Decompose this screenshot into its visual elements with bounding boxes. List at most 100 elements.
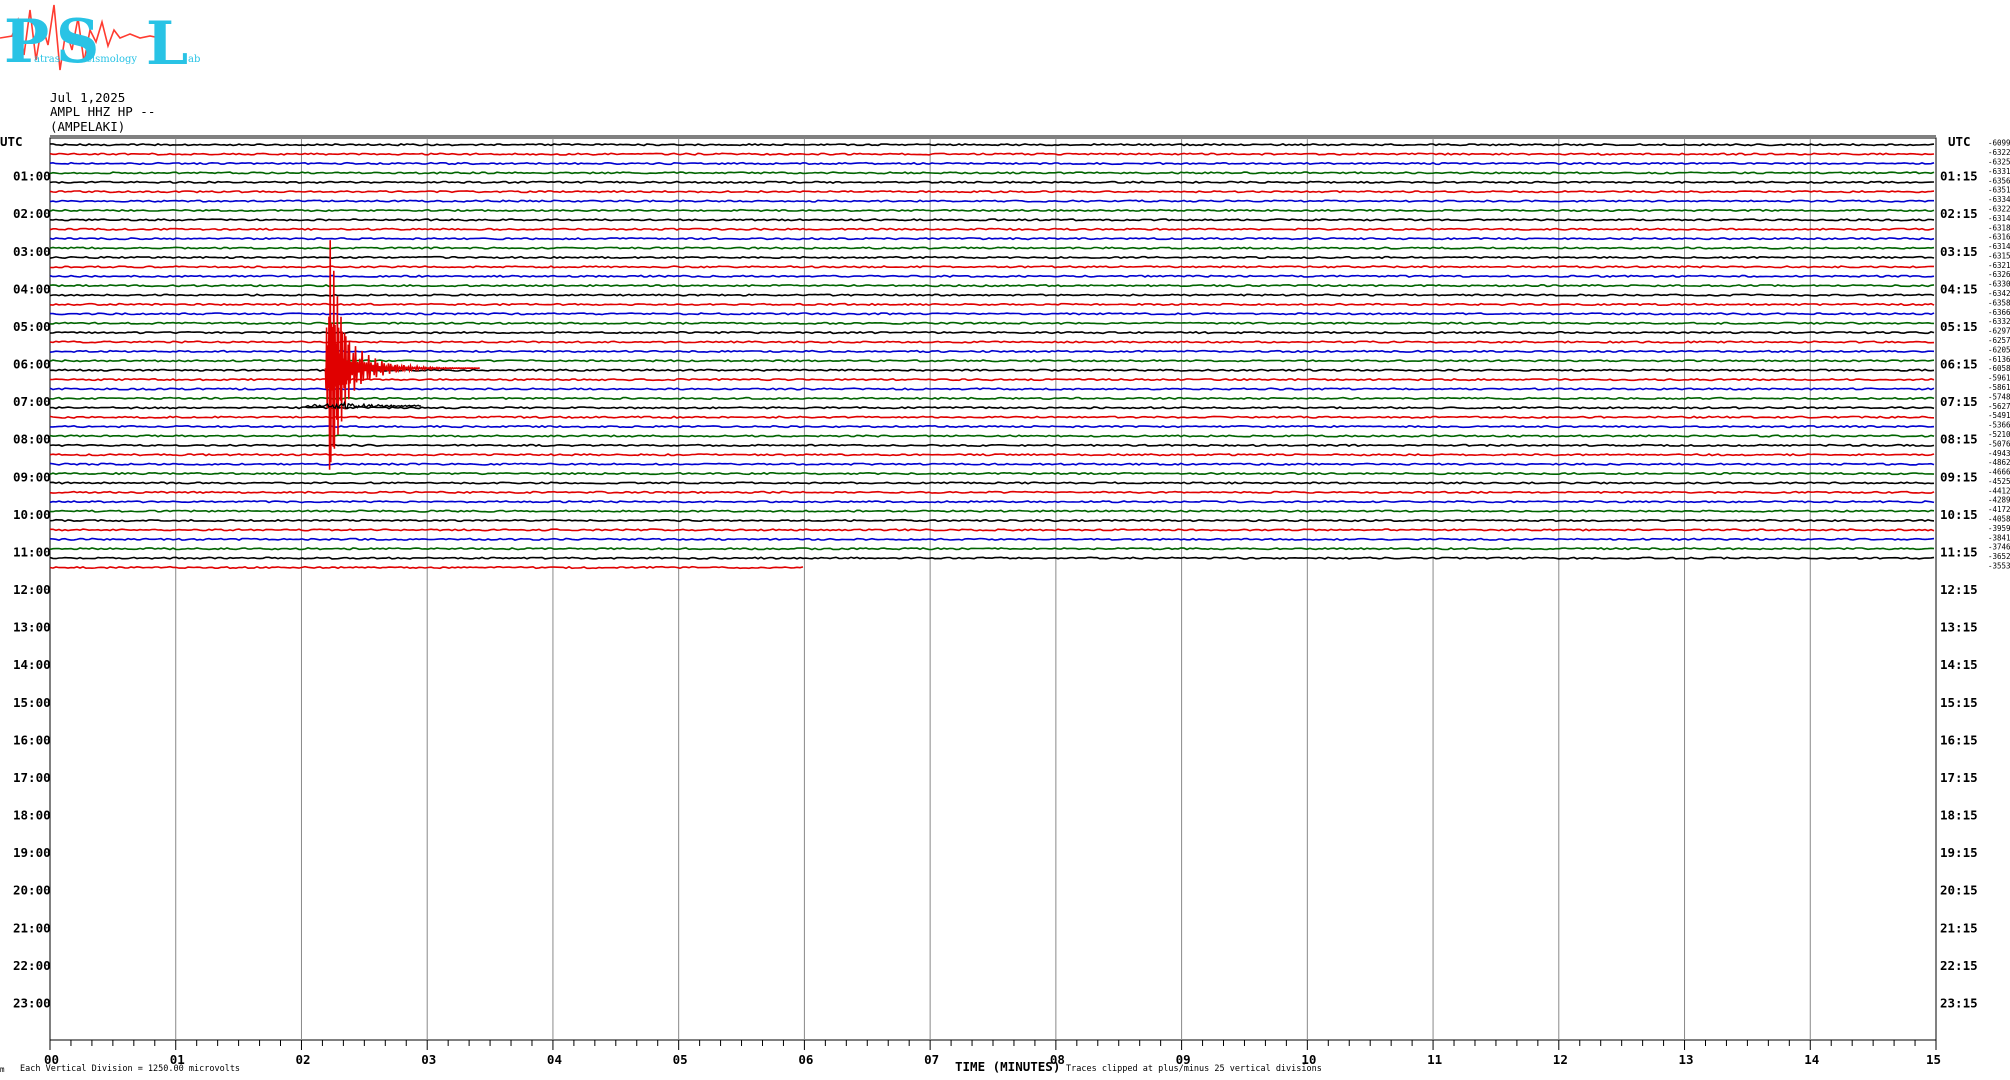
seismic-trace bbox=[49, 518, 1935, 523]
hour-label-left: 17:00 bbox=[13, 770, 51, 785]
hour-label-right: 17:15 bbox=[1940, 770, 1978, 785]
seismic-trace bbox=[49, 547, 1935, 551]
x-tick-label: 03 bbox=[421, 1052, 436, 1067]
header-channel: AMPL HHZ HP -- bbox=[50, 104, 155, 119]
trace-offset-label: -3652 bbox=[1988, 552, 2010, 561]
hour-label-right: 14:15 bbox=[1940, 657, 1978, 672]
hour-label-left: 02:00 bbox=[13, 206, 51, 221]
seismic-trace bbox=[49, 556, 1935, 560]
trace-offset-label: -6297 bbox=[1988, 327, 2010, 336]
seismic-trace bbox=[49, 180, 1935, 184]
trace-offset-label: -4666 bbox=[1988, 468, 2010, 477]
trace-offset-label: -6351 bbox=[1988, 186, 2010, 195]
axis-label-left: UTC bbox=[0, 134, 23, 149]
seismic-trace bbox=[50, 143, 1935, 147]
hour-label-right: 21:15 bbox=[1940, 920, 1978, 935]
seismic-trace bbox=[49, 500, 1935, 504]
hour-label-left: 20:00 bbox=[13, 883, 51, 898]
seismic-trace bbox=[49, 537, 1935, 541]
hour-label-right: 02:15 bbox=[1940, 206, 1978, 221]
seismic-trace bbox=[49, 199, 1934, 203]
right-hour-labels: 01:15 02:15 03:15 04:15 05:15 06:15 07:15 08:15… bbox=[1940, 169, 1978, 1011]
hour-label-right: 10:15 bbox=[1940, 507, 1978, 522]
offset-labels: -6099-6322-6325-6331-6356-6351-6334-6322… bbox=[1988, 139, 2010, 571]
hour-label-right: 20:15 bbox=[1940, 883, 1978, 898]
seismic-trace bbox=[49, 265, 1934, 269]
hour-label-left: 19:00 bbox=[13, 845, 51, 860]
trace-offset-label: -3553 bbox=[1988, 562, 2010, 571]
hour-label-left: 09:00 bbox=[13, 469, 51, 484]
hour-label-left: 03:00 bbox=[13, 244, 51, 259]
x-tick-label: 02 bbox=[295, 1052, 310, 1067]
hour-label-left: 11:00 bbox=[13, 544, 51, 559]
seismic-trace bbox=[49, 293, 1935, 297]
seismic-trace bbox=[49, 274, 1935, 278]
seismic-trace bbox=[49, 161, 1935, 166]
header-station: (AMPELAKI) bbox=[50, 119, 125, 134]
trace-offset-label: -4058 bbox=[1988, 515, 2010, 524]
trace-offset-label: -5210 bbox=[1988, 430, 2010, 439]
x-tick-label: 05 bbox=[673, 1052, 688, 1067]
seismic-trace bbox=[49, 255, 1935, 260]
x-tick-label: 11 bbox=[1427, 1052, 1442, 1067]
hour-label-right: 18:15 bbox=[1940, 808, 1978, 823]
trace-offset-label: -4412 bbox=[1988, 486, 2010, 495]
axis-label-right: UTC bbox=[1948, 134, 1971, 149]
trace-offset-label: -6342 bbox=[1988, 289, 2010, 298]
trace-offset-label: -6356 bbox=[1988, 176, 2010, 185]
x-tick-label: 15 bbox=[1926, 1052, 1941, 1067]
trace-offset-label: -5627 bbox=[1988, 402, 2010, 411]
seismic-trace bbox=[49, 471, 1935, 476]
x-tick-label: 06 bbox=[798, 1052, 813, 1067]
hour-label-right: 08:15 bbox=[1940, 432, 1978, 447]
trace-offset-label: -6326 bbox=[1988, 270, 2010, 279]
grid-layer bbox=[49, 135, 1937, 1041]
logo-word-eismology: eismology bbox=[86, 54, 137, 65]
x-axis-title: TIME (MINUTES) bbox=[955, 1059, 1060, 1074]
trace-offset-label: -5748 bbox=[1988, 392, 2010, 401]
hour-label-left: 01:00 bbox=[13, 169, 51, 184]
trace-offset-label: -3959 bbox=[1988, 524, 2010, 533]
hour-label-right: 11:15 bbox=[1940, 544, 1978, 559]
trace-offset-label: -6332 bbox=[1988, 317, 2010, 326]
hour-label-left: 12:00 bbox=[13, 582, 51, 597]
trace-offset-label: -6136 bbox=[1988, 355, 2010, 364]
hour-label-right: 06:15 bbox=[1940, 357, 1978, 372]
hour-label-left: 06:00 bbox=[13, 357, 51, 372]
seismic-trace bbox=[50, 321, 1935, 325]
seismic-trace bbox=[49, 227, 1935, 231]
logo-letter-p: P bbox=[4, 7, 49, 77]
hour-label-right: 22:15 bbox=[1940, 958, 1978, 973]
hour-label-left: 05:00 bbox=[13, 319, 51, 334]
trace-offset-label: -6322 bbox=[1988, 204, 2010, 213]
seismic-trace bbox=[49, 453, 1935, 457]
hour-label-right: 13:15 bbox=[1940, 620, 1978, 635]
trace-offset-label: -6318 bbox=[1988, 223, 2010, 232]
trace-offset-label: -5076 bbox=[1988, 439, 2010, 448]
hour-label-left: 15:00 bbox=[13, 695, 51, 710]
trace-offset-label: -6316 bbox=[1988, 233, 2010, 242]
seismic-trace bbox=[49, 218, 1935, 222]
trace-offset-label: -4943 bbox=[1988, 449, 2010, 458]
seismic-trace bbox=[49, 152, 1935, 156]
hour-label-left: 10:00 bbox=[13, 507, 51, 522]
trace-offset-label: -3746 bbox=[1988, 543, 2010, 552]
trace-offset-label: -6314 bbox=[1988, 214, 2010, 223]
hour-label-left: 23:00 bbox=[13, 995, 51, 1010]
trace-offset-label: -5366 bbox=[1988, 421, 2010, 430]
trace-offset-label: -6058 bbox=[1988, 364, 2010, 373]
hour-label-left: 08:00 bbox=[13, 432, 51, 447]
trace-offset-label: -5491 bbox=[1988, 411, 2010, 420]
header-date: Jul 1,2025 bbox=[50, 90, 125, 105]
trace-offset-label: -6321 bbox=[1988, 261, 2010, 270]
x-tick-label: 14 bbox=[1804, 1052, 1819, 1067]
hour-label-left: 16:00 bbox=[13, 732, 51, 747]
seismic-trace bbox=[49, 490, 1935, 494]
hour-label-right: 15:15 bbox=[1940, 695, 1978, 710]
trace-offset-label: -5861 bbox=[1988, 383, 2010, 392]
hour-label-right: 19:15 bbox=[1940, 845, 1978, 860]
seismic-trace bbox=[49, 237, 1935, 241]
seismic-trace bbox=[49, 171, 1935, 175]
seismic-trace bbox=[50, 528, 1935, 532]
trace-offset-label: -6330 bbox=[1988, 280, 2010, 289]
